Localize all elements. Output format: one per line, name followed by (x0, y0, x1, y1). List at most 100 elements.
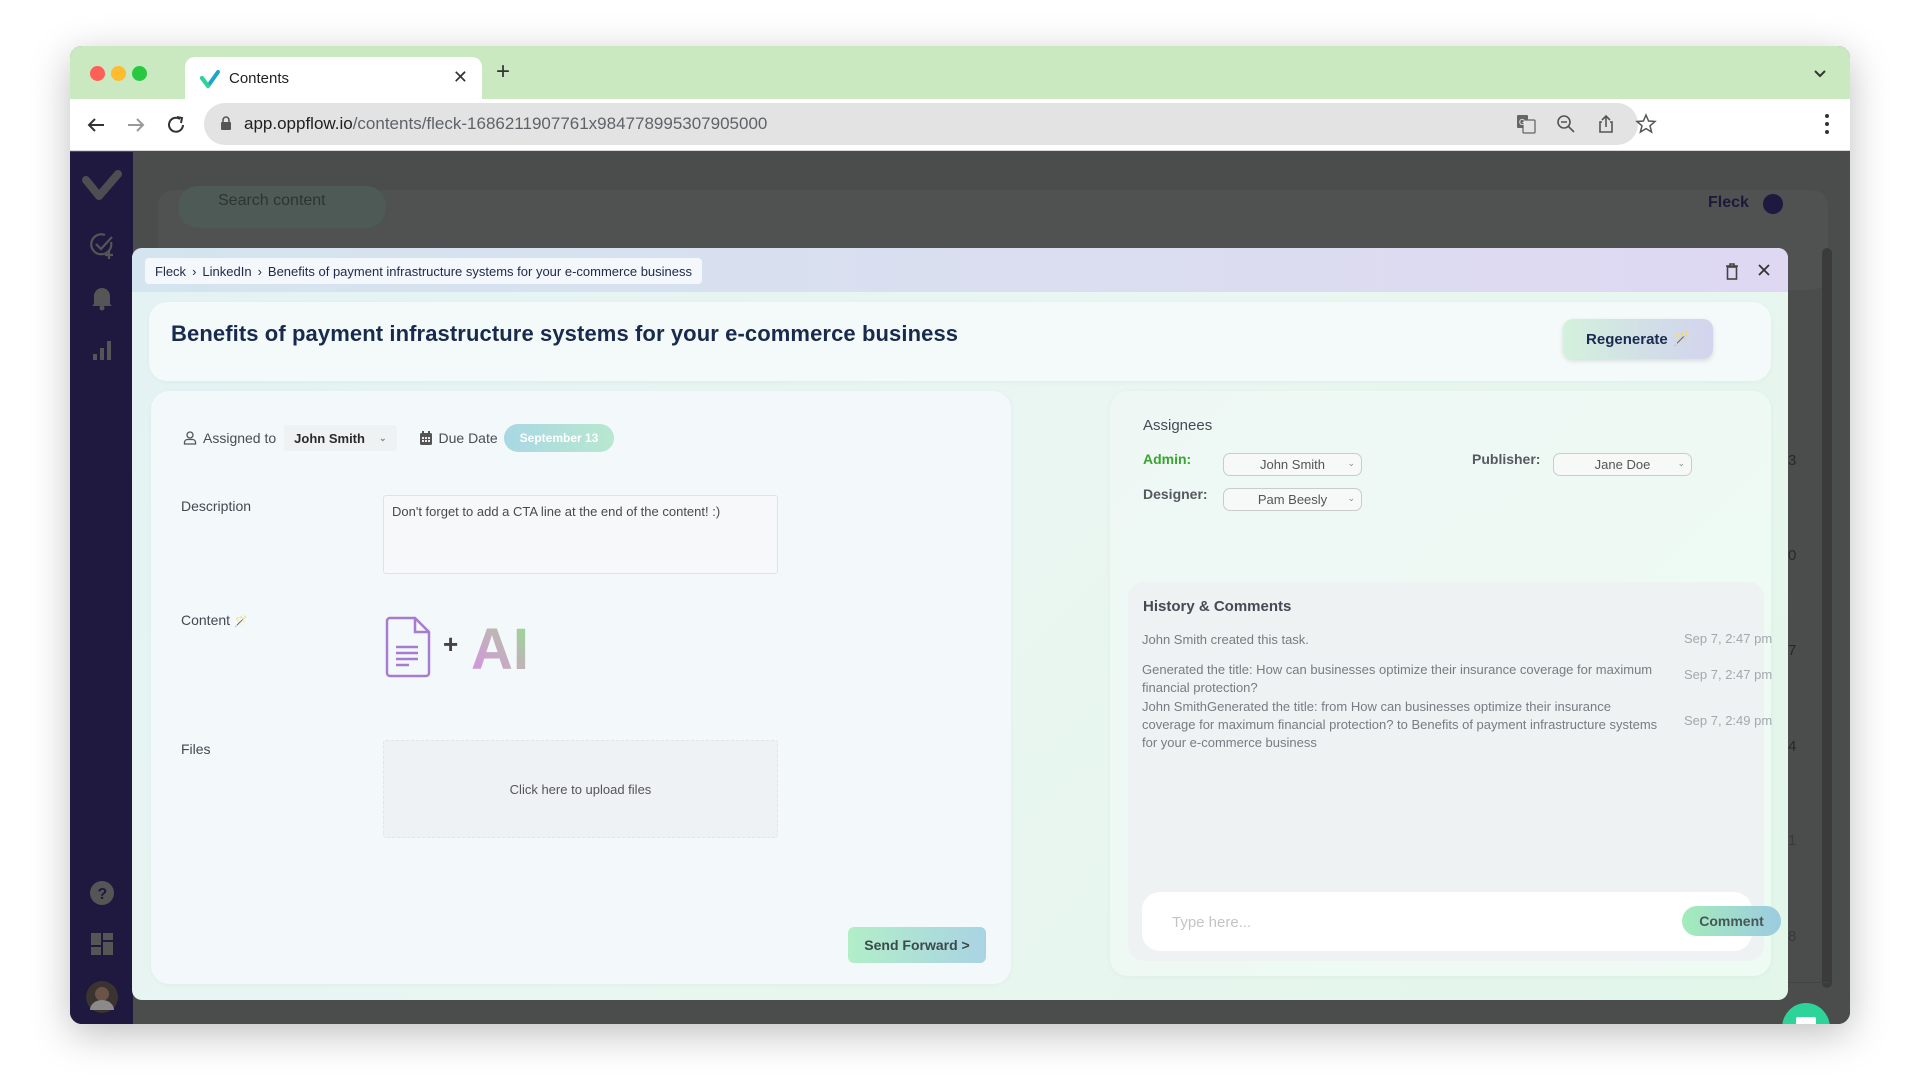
history-title: History & Comments (1143, 598, 1292, 615)
analytics-icon[interactable] (87, 334, 117, 364)
chevron-down-icon: ⌄ (1347, 458, 1355, 468)
comment-input[interactable] (1172, 910, 1652, 934)
minimize-window-button[interactable] (111, 66, 126, 81)
oppflow-logo[interactable] (80, 166, 124, 206)
background-workspace-avatar (1763, 194, 1783, 214)
chat-support-button[interactable] (1782, 1003, 1830, 1024)
svg-text:?: ? (98, 886, 108, 903)
history-entry-text: Generated the title: How can businesses … (1142, 662, 1653, 695)
dashboard-icon[interactable] (87, 929, 117, 959)
publisher-role-label: Publisher: (1472, 451, 1541, 467)
user-avatar[interactable] (85, 980, 119, 1014)
history-entry-time: Sep 7, 2:47 pm (1684, 667, 1773, 682)
publisher-assignee-value: Jane Doe (1594, 457, 1651, 472)
address-bar[interactable]: app.oppflow.io/contents/fleck-1686211907… (204, 103, 1657, 145)
reload-icon[interactable] (162, 111, 190, 139)
plus-sign: + (443, 629, 459, 659)
content-label: Content 🪄 (181, 612, 248, 628)
regenerate-button[interactable]: Regenerate 🪄 (1563, 319, 1713, 359)
breadcrumb-separator: › (257, 263, 262, 279)
ai-text-icon: AI (471, 619, 529, 675)
comment-button[interactable]: Comment (1682, 906, 1781, 936)
description-textarea[interactable]: Don't forget to add a CTA line at the en… (383, 495, 778, 574)
designer-role-label: Designer: (1143, 486, 1208, 502)
history-comments-panel: History & Comments John Smith created th… (1128, 582, 1781, 961)
help-icon[interactable]: ? (87, 878, 117, 908)
bell-icon[interactable] (87, 282, 117, 312)
zoom-out-icon[interactable] (1555, 113, 1577, 135)
magic-wand-icon: 🪄 (1673, 331, 1690, 346)
chevron-down-icon: ⌄ (1677, 458, 1685, 468)
admin-assignee-dropdown[interactable]: John Smith ⌄ (1223, 453, 1362, 476)
new-tab-icon[interactable]: + (496, 60, 510, 84)
comment-composer: Comment (1142, 892, 1781, 951)
assignees-card: Assignees Admin: John Smith ⌄ Publisher:… (1110, 391, 1781, 976)
chevron-down-icon: ⌄ (1347, 493, 1355, 503)
browser-window: Contents ✕ + app.oppflow.io/contents/fle… (70, 46, 1850, 1024)
assigned-to-label: Assigned to (203, 430, 277, 446)
background-calendar-digit: 7 (1788, 642, 1797, 659)
app-page: ? Search content Fleck 3 0 7 4 1 8 Fleck… (70, 152, 1850, 1024)
breadcrumb-item-workspace[interactable]: Fleck (155, 264, 186, 279)
user-icon (183, 431, 197, 445)
due-date-picker[interactable]: September 13 (503, 424, 615, 452)
tab-bar: Contents ✕ + (70, 46, 1850, 101)
title-card: Benefits of payment infrastructure syste… (149, 302, 1771, 381)
description-label: Description (181, 498, 252, 514)
assignees-title: Assignees (1143, 417, 1213, 434)
modal-header: Fleck › LinkedIn › Benefits of payment i… (132, 248, 1788, 292)
close-window-button[interactable] (90, 66, 105, 81)
admin-role-label: Admin: (1143, 451, 1192, 467)
assignment-row: Assigned to John Smith ⌄ Due Date Septem… (183, 424, 615, 452)
files-label: Files (181, 741, 211, 757)
background-calendar-digit: 4 (1788, 738, 1797, 755)
forward-arrow-icon[interactable] (122, 111, 150, 139)
translate-icon[interactable]: G (1515, 113, 1537, 135)
browser-toolbar: app.oppflow.io/contents/fleck-1686211907… (70, 99, 1850, 151)
add-task-icon[interactable] (87, 230, 117, 260)
history-entry-time: Sep 7, 2:47 pm (1684, 631, 1773, 646)
content-title: Benefits of payment infrastructure syste… (171, 321, 959, 346)
oppflow-favicon-icon (200, 70, 220, 88)
calendar-icon (419, 430, 432, 445)
chevron-down-icon: ⌄ (378, 432, 387, 443)
background-search-placeholder: Search content (218, 192, 326, 209)
background-scrollbar (1822, 248, 1832, 988)
background-workspace-name: Fleck (1708, 194, 1749, 211)
background-calendar-digit: 1 (1788, 832, 1797, 849)
close-icon[interactable] (1754, 260, 1774, 280)
designer-assignee-dropdown[interactable]: Pam Beesly ⌄ (1223, 488, 1362, 511)
svg-text:G: G (1519, 118, 1525, 127)
publisher-assignee-dropdown[interactable]: Jane Doe ⌄ (1553, 453, 1692, 476)
background-calendar-digit: 8 (1788, 928, 1797, 945)
breadcrumb-separator: › (192, 263, 197, 279)
tab-close-icon[interactable]: ✕ (453, 67, 468, 88)
chevron-down-icon[interactable] (1810, 63, 1830, 83)
url-path: /contents/fleck-1686211907761x9847789953… (352, 114, 768, 133)
designer-assignee-value: Pam Beesly (1257, 492, 1328, 507)
ai-text: AI (471, 619, 529, 675)
file-upload-dropzone[interactable]: Click here to upload files (383, 740, 778, 838)
delete-trash-icon[interactable] (1724, 262, 1740, 280)
content-label-text: Content (181, 612, 231, 628)
maximize-window-button[interactable] (132, 66, 147, 81)
breadcrumb-item-current: Benefits of payment infrastructure syste… (267, 263, 693, 279)
send-forward-button[interactable]: Send Forward > (848, 927, 986, 963)
background-calendar-digit: 3 (1788, 452, 1797, 469)
background-calendar-digit: 0 (1788, 547, 1797, 564)
tab-title: Contents (229, 70, 290, 87)
admin-assignee-value: John Smith (1259, 457, 1326, 472)
regenerate-label: Regenerate (1586, 330, 1668, 348)
back-arrow-icon[interactable] (82, 111, 110, 139)
browser-tab[interactable]: Contents ✕ (185, 57, 482, 101)
breadcrumb-item-channel[interactable]: LinkedIn (202, 264, 251, 279)
lock-icon (221, 116, 231, 130)
assignee-dropdown[interactable]: John Smith ⌄ (284, 425, 397, 451)
generate-content-ai-button[interactable]: + AI (383, 611, 553, 681)
magic-wand-icon: 🪄 (233, 616, 248, 628)
url-text[interactable]: app.oppflow.io/contents/fleck-1686211907… (244, 114, 767, 134)
chat-bubble-icon (1796, 1017, 1816, 1024)
kebab-menu-icon[interactable] (1824, 113, 1830, 135)
share-icon[interactable] (1595, 113, 1617, 135)
bookmark-star-icon[interactable] (1635, 113, 1657, 135)
